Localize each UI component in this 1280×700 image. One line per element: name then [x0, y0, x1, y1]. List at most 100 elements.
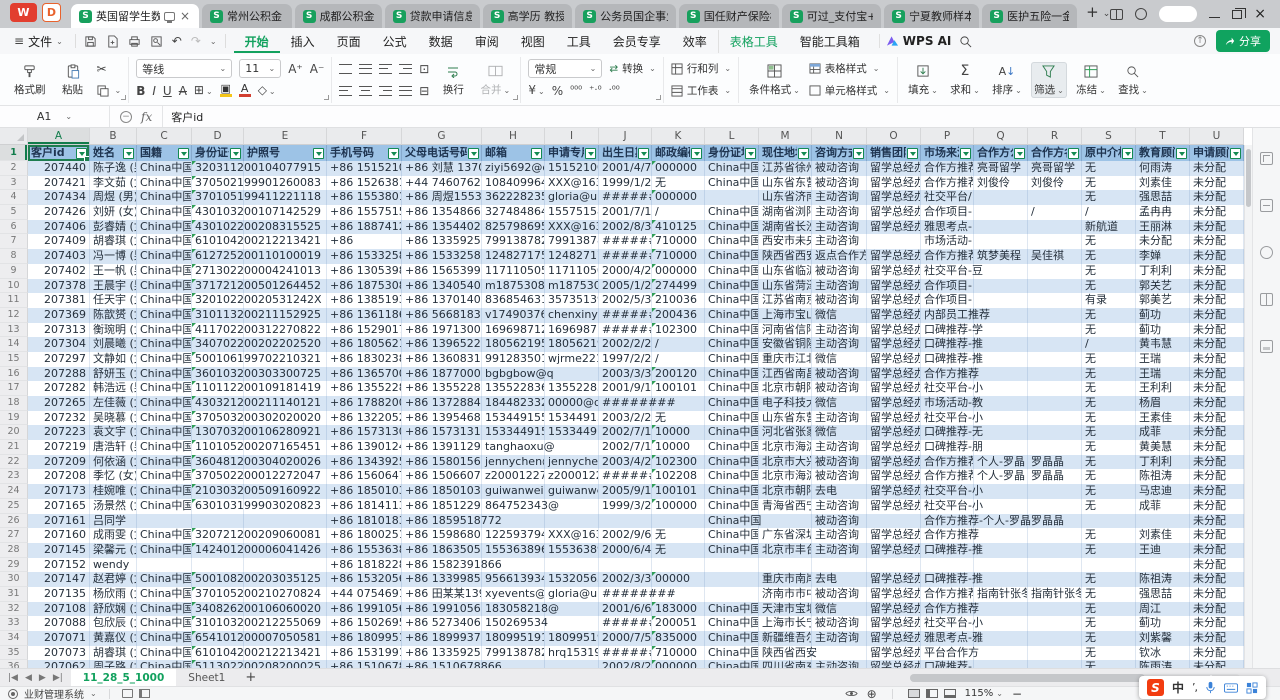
cell[interactable]: 未分配 — [1190, 337, 1244, 352]
cell[interactable]: 刘素佳 — [1136, 528, 1190, 543]
cell[interactable]: 留学总经办 — [867, 220, 921, 235]
minimize-button[interactable] — [1209, 17, 1220, 18]
filter-dropdown-button[interactable] — [1068, 148, 1079, 159]
cell[interactable]: 未分配 — [1190, 220, 1244, 235]
cell[interactable]: hrq153199 — [545, 646, 599, 661]
cell[interactable]: 合作方推荐 — [921, 367, 974, 382]
menu-item[interactable]: 智能工具箱 — [789, 30, 871, 53]
cell[interactable]: 2000/7/5 — [599, 631, 652, 646]
column-letter[interactable]: N — [812, 128, 867, 145]
cell[interactable] — [812, 646, 867, 661]
orientation-icon[interactable]: ⊡ — [419, 62, 429, 76]
cell[interactable]: 江苏省徐州 — [759, 161, 812, 176]
cell[interactable]: China中国 — [137, 161, 192, 176]
cell[interactable]: XXX@163.c — [545, 176, 599, 191]
cell[interactable]: 未分配 — [1190, 367, 1244, 382]
cell[interactable]: 王素佳 — [1136, 411, 1190, 426]
row-number[interactable]: 15 — [0, 352, 28, 367]
cell[interactable]: 陈子逸 (男 — [90, 161, 137, 176]
cell[interactable]: 207381 — [28, 293, 90, 308]
cell[interactable]: 155751588 — [545, 205, 599, 220]
sheet-tab[interactable]: Sheet1 — [176, 669, 237, 687]
cell[interactable] — [974, 558, 1028, 573]
cell[interactable]: 季忆 (女) — [90, 469, 137, 484]
cell[interactable]: 新疆维吾尔 — [759, 631, 812, 646]
cell[interactable]: 362228235@ — [482, 190, 545, 205]
column-letter[interactable]: E — [244, 128, 327, 145]
cell[interactable]: +86 1573131016 — [402, 425, 482, 440]
column-letter[interactable]: B — [90, 128, 137, 145]
cell[interactable]: 无 — [1082, 352, 1136, 367]
column-letter[interactable]: S — [1082, 128, 1136, 145]
cell[interactable]: 110105200207165451 — [192, 440, 244, 455]
cell[interactable]: +86 1506607386 — [402, 469, 482, 484]
cell[interactable]: +86 1863505000 — [402, 543, 482, 558]
cell[interactable]: 微信 — [812, 425, 867, 440]
cell[interactable]: 口碑推荐-推 — [921, 337, 974, 352]
horizontal-scrollbar-thumb[interactable] — [910, 674, 1145, 682]
cell[interactable]: 被动咨询 — [812, 293, 867, 308]
column-letter[interactable]: C — [137, 128, 192, 145]
cell[interactable]: 102300 — [652, 455, 705, 470]
cell[interactable]: 207434 — [28, 190, 90, 205]
currency-button[interactable]: ¥⌄ — [528, 83, 544, 99]
row-number[interactable]: 4 — [0, 190, 28, 205]
cell[interactable]: 100101 — [652, 484, 705, 499]
cell[interactable]: China中国 — [137, 411, 192, 426]
cell[interactable]: 留学总经办 — [867, 616, 921, 631]
cell[interactable]: +86 18056219 — [327, 337, 402, 352]
cell[interactable]: 口碑推荐-推 — [921, 572, 974, 587]
cell[interactable]: 836854631@ — [482, 293, 545, 308]
zoom-formula-icon[interactable]: − — [120, 111, 132, 123]
cell[interactable]: 183000 — [652, 602, 705, 617]
cell[interactable]: 蓟功 — [1136, 308, 1190, 323]
cell[interactable]: 成菲 — [1136, 499, 1190, 514]
header-cell[interactable]: 现住地址 — [759, 145, 812, 161]
cell[interactable]: China中国 — [137, 220, 192, 235]
cell[interactable]: 雅思考点-雅 — [921, 631, 974, 646]
cell[interactable]: 杨眉 — [1136, 396, 1190, 411]
file-tab[interactable]: S常州公积金 .xlsx — [202, 4, 292, 28]
cell[interactable]: +86 1396522100 — [402, 337, 482, 352]
close-tab-icon[interactable]: × — [179, 11, 191, 21]
cell[interactable]: 陈雨涛 — [1136, 660, 1190, 668]
cell[interactable]: 山东省东营 — [759, 411, 812, 426]
cell[interactable]: 100101 — [652, 381, 705, 396]
cell[interactable]: 370502199901260083 — [192, 176, 244, 191]
cell[interactable]: 未分配 — [1136, 234, 1190, 249]
cell[interactable]: 122593794@ — [482, 528, 545, 543]
cell[interactable] — [1028, 411, 1082, 426]
wrap-text-button[interactable]: 换行 — [435, 62, 471, 98]
cell[interactable]: 北京市朝阳 — [759, 484, 812, 499]
cell[interactable]: 王迪 — [1136, 543, 1190, 558]
cell[interactable]: China中国 — [137, 249, 192, 264]
cell[interactable] — [705, 572, 759, 587]
cell[interactable]: 罗晶晶 — [1028, 455, 1082, 470]
cell[interactable]: +86 15106786 — [327, 660, 402, 668]
cell[interactable]: ######## — [599, 469, 652, 484]
cell[interactable]: 上海市宝山 — [759, 308, 812, 323]
increase-indent-icon[interactable] — [399, 64, 412, 74]
cell[interactable]: +86 1533258500 — [402, 249, 482, 264]
cell[interactable]: China中国 — [137, 352, 192, 367]
cell[interactable]: 黄嘉仪 (女 — [90, 631, 137, 646]
cell[interactable]: gloria@uk( — [545, 190, 599, 205]
cell[interactable] — [974, 367, 1028, 382]
cell[interactable]: 留学总经办 — [867, 381, 921, 396]
cell[interactable] — [599, 558, 652, 573]
cell[interactable] — [1136, 514, 1190, 529]
cell[interactable]: +86 1370140948 — [402, 293, 482, 308]
cell[interactable]: 有录 — [1082, 293, 1136, 308]
cell[interactable]: 舒欣娴 (女 — [90, 602, 137, 617]
decrease-font-icon[interactable]: A⁻ — [310, 62, 325, 76]
cell[interactable]: 合作方推荐 — [921, 528, 974, 543]
cell[interactable] — [705, 190, 759, 205]
row-number[interactable]: 10 — [0, 279, 28, 294]
clipboard-expander[interactable] — [121, 95, 126, 100]
fx-icon[interactable]: fx — [141, 110, 152, 124]
cell[interactable]: 无 — [1082, 161, 1136, 176]
add-sheet-button[interactable]: + — [237, 670, 264, 685]
cell[interactable]: 未分配 — [1190, 279, 1244, 294]
cell[interactable]: 1999/1/26 — [599, 176, 652, 191]
cell[interactable]: 130703200106280921 — [192, 425, 244, 440]
